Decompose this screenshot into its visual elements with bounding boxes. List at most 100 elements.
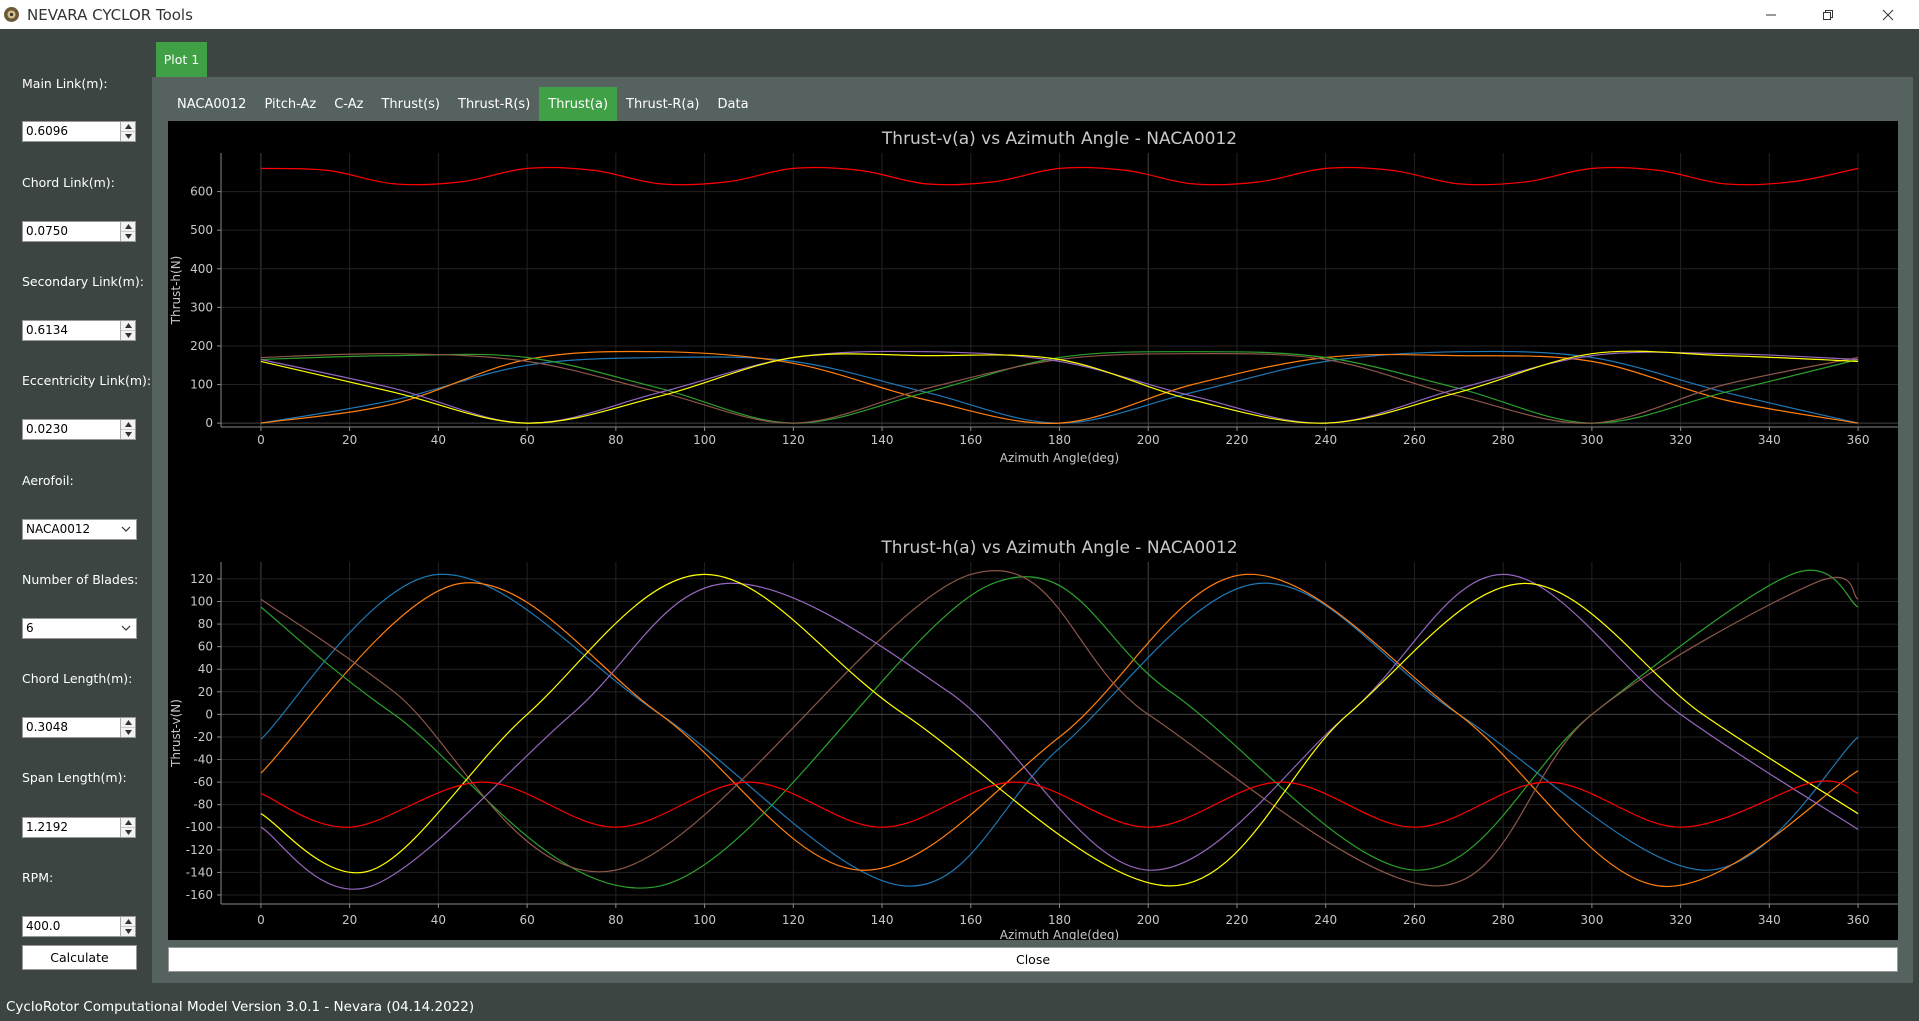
- y-tick-label: 200: [190, 339, 213, 353]
- y-tick-label: 400: [190, 262, 213, 276]
- aerofoil-select[interactable]: NACA0012: [22, 519, 137, 540]
- chord-length-value[interactable]: 0.3048: [26, 720, 68, 734]
- x-tick-label: 40: [431, 433, 446, 447]
- x-tick-label: 20: [342, 433, 357, 447]
- spin-down-icon[interactable]: [121, 331, 135, 340]
- minimize-button[interactable]: [1743, 0, 1799, 29]
- x-axis-label: Azimuth Angle(deg): [1000, 928, 1119, 940]
- aerofoil-label: Aerofoil:: [22, 473, 74, 488]
- spin-up-icon[interactable]: [121, 718, 135, 728]
- tab-c-az[interactable]: C-Az: [325, 87, 372, 121]
- y-tick-label: -140: [186, 865, 213, 879]
- y-tick-label: -120: [186, 843, 213, 857]
- x-tick-label: 200: [1137, 913, 1160, 927]
- tab-naca0012[interactable]: NACA0012: [168, 87, 255, 121]
- y-tick-label: 40: [198, 662, 213, 676]
- x-tick-label: 300: [1580, 913, 1603, 927]
- tab-data[interactable]: Data: [709, 87, 758, 121]
- result-tabs: NACA0012 Pitch-Az C-Az Thrust(s) Thrust-R(s)…: [168, 87, 758, 121]
- title-bar: NEVARA CYCLOR Tools: [0, 0, 1919, 29]
- tab-plot-1[interactable]: Plot 1: [156, 42, 207, 77]
- y-tick-label: 0: [205, 707, 213, 721]
- chord-length-input[interactable]: 0.3048: [22, 717, 136, 738]
- status-bar: CycloRotor Computational Model Version 3…: [0, 993, 1919, 1021]
- x-tick-label: 240: [1314, 913, 1337, 927]
- x-tick-label: 120: [782, 913, 805, 927]
- x-tick-label: 100: [693, 913, 716, 927]
- blades-select[interactable]: 6: [22, 618, 137, 639]
- tab-thrust-a[interactable]: Thrust(a): [539, 87, 618, 121]
- y-axis-label: Thrust-v(N): [169, 699, 183, 768]
- chevron-down-icon: [121, 526, 131, 532]
- eccentricity-link-value[interactable]: 0.0230: [26, 422, 68, 436]
- x-tick-label: 40: [431, 913, 446, 927]
- window-title: NEVARA CYCLOR Tools: [27, 6, 193, 24]
- x-tick-label: 360: [1847, 913, 1870, 927]
- eccentricity-link-input[interactable]: 0.0230: [22, 419, 136, 440]
- main-link-value[interactable]: 0.6096: [26, 124, 68, 138]
- blades-value[interactable]: 6: [26, 621, 34, 635]
- x-tick-label: 220: [1226, 433, 1249, 447]
- close-button[interactable]: Close: [168, 947, 1898, 972]
- secondary-link-value[interactable]: 0.6134: [26, 323, 68, 337]
- spin-down-icon[interactable]: [121, 728, 135, 737]
- x-tick-label: 200: [1137, 433, 1160, 447]
- x-tick-label: 280: [1492, 913, 1515, 927]
- close-window-button[interactable]: [1860, 0, 1916, 29]
- y-tick-label: 80: [198, 617, 213, 631]
- restore-button[interactable]: [1800, 0, 1856, 29]
- spin-up-icon[interactable]: [121, 122, 135, 132]
- plot-area: Thrust-v(a) vs Azimuth Angle - NACA0012 0…: [168, 121, 1898, 942]
- restore-icon: [1823, 9, 1833, 20]
- x-tick-label: 180: [1048, 913, 1071, 927]
- spin-up-icon[interactable]: [121, 917, 135, 927]
- x-tick-label: 120: [782, 433, 805, 447]
- x-tick-label: 160: [959, 433, 982, 447]
- chord-link-value[interactable]: 0.0750: [26, 224, 68, 238]
- spin-up-icon[interactable]: [121, 818, 135, 828]
- chart-title: Thrust-h(a) vs Azimuth Angle - NACA0012: [880, 538, 1237, 558]
- spin-down-icon[interactable]: [121, 232, 135, 241]
- y-tick-label: 300: [190, 300, 213, 314]
- y-tick-label: -20: [193, 730, 213, 744]
- y-tick-label: 120: [190, 572, 213, 586]
- rpm-input[interactable]: 400.0: [22, 916, 136, 937]
- tab-thrust-r-a[interactable]: Thrust-R(a): [617, 87, 708, 121]
- x-tick-label: 80: [608, 433, 623, 447]
- span-length-label: Span Length(m):: [22, 770, 127, 785]
- spin-down-icon[interactable]: [121, 132, 135, 141]
- tab-pitch-az[interactable]: Pitch-Az: [255, 87, 325, 121]
- chord-link-input[interactable]: 0.0750: [22, 221, 136, 242]
- aerofoil-value[interactable]: NACA0012: [26, 522, 90, 536]
- x-tick-label: 180: [1048, 433, 1071, 447]
- span-length-value[interactable]: 1.2192: [26, 820, 68, 834]
- spin-down-icon[interactable]: [121, 828, 135, 837]
- y-tick-label: 20: [198, 685, 213, 699]
- parameters-sidebar: [0, 29, 152, 989]
- tab-thrust-r-s[interactable]: Thrust-R(s): [449, 87, 539, 121]
- spin-down-icon[interactable]: [121, 430, 135, 439]
- spin-up-icon[interactable]: [121, 420, 135, 430]
- spin-up-icon[interactable]: [121, 321, 135, 331]
- y-tick-label: -60: [193, 775, 213, 789]
- main-link-input[interactable]: 0.6096: [22, 121, 136, 142]
- x-tick-label: 140: [871, 913, 894, 927]
- x-tick-label: 280: [1492, 433, 1515, 447]
- tab-thrust-s[interactable]: Thrust(s): [372, 87, 449, 121]
- close-icon: [1882, 9, 1894, 20]
- x-tick-label: 340: [1758, 433, 1781, 447]
- eccentricity-link-label: Eccentricity Link(m):: [22, 373, 152, 388]
- secondary-link-input[interactable]: 0.6134: [22, 320, 136, 341]
- x-tick-label: 140: [871, 433, 894, 447]
- span-length-input[interactable]: 1.2192: [22, 817, 136, 838]
- calculate-button[interactable]: Calculate: [22, 945, 137, 970]
- y-tick-label: 600: [190, 185, 213, 199]
- rpm-value[interactable]: 400.0: [26, 919, 60, 933]
- y-tick-label: -100: [186, 820, 213, 834]
- spin-down-icon[interactable]: [121, 927, 135, 936]
- x-tick-label: 20: [342, 913, 357, 927]
- spin-up-icon[interactable]: [121, 222, 135, 232]
- x-tick-label: 260: [1403, 913, 1426, 927]
- x-tick-label: 340: [1758, 913, 1781, 927]
- chord-link-label: Chord Link(m):: [22, 175, 115, 190]
